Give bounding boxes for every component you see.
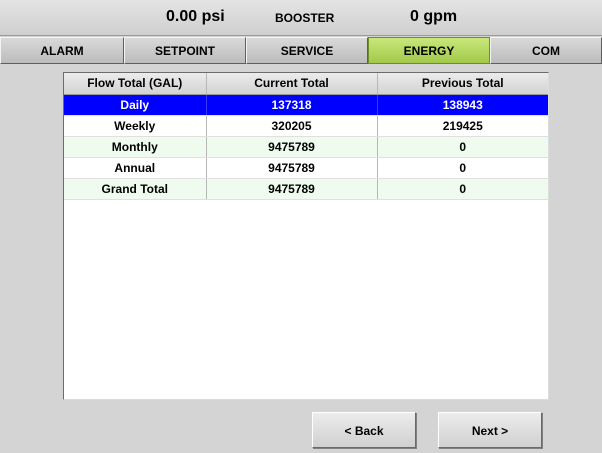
flow-readout: 0 gpm (410, 8, 458, 25)
row-label: Weekly (64, 115, 207, 137)
table-row-daily[interactable]: Daily 137318 138943 (64, 94, 548, 116)
row-label: Grand Total (64, 178, 207, 200)
table-header-row: Flow Total (GAL) Current Total Previous … (64, 73, 548, 95)
current-total-value: 9475789 (206, 157, 378, 179)
previous-total-value: 0 (377, 178, 548, 200)
status-header: 0.00 psi BOOSTER 0 gpm (0, 0, 602, 36)
current-total-value: 320205 (206, 115, 378, 137)
table-row-grand-total[interactable]: Grand Total 9475789 0 (64, 178, 548, 200)
next-button[interactable]: Next > (438, 412, 542, 448)
tab-setpoint[interactable]: SETPOINT (124, 37, 246, 64)
previous-total-value: 138943 (377, 94, 548, 116)
row-label: Annual (64, 157, 207, 179)
tab-service[interactable]: SERVICE (246, 37, 368, 64)
table-row-weekly[interactable]: Weekly 320205 219425 (64, 115, 548, 137)
tab-bar: ALARM SETPOINT SERVICE ENERGY COM (0, 37, 602, 64)
previous-total-value: 219425 (377, 115, 548, 137)
mode-label: BOOSTER (275, 11, 335, 25)
column-header-flow-total: Flow Total (GAL) (64, 73, 207, 95)
previous-total-value: 0 (377, 157, 548, 179)
row-label: Monthly (64, 136, 207, 158)
column-header-previous-total: Previous Total (377, 73, 548, 95)
column-header-current-total: Current Total (206, 73, 378, 95)
flow-total-table-panel: Flow Total (GAL) Current Total Previous … (63, 72, 549, 400)
current-total-value: 9475789 (206, 136, 378, 158)
table-row-monthly[interactable]: Monthly 9475789 0 (64, 136, 548, 158)
table-row-annual[interactable]: Annual 9475789 0 (64, 157, 548, 179)
row-label: Daily (64, 94, 207, 116)
tab-energy[interactable]: ENERGY (368, 37, 490, 64)
pressure-readout: 0.00 psi (166, 8, 225, 25)
back-button[interactable]: < Back (312, 412, 416, 448)
current-total-value: 137318 (206, 94, 378, 116)
tab-com[interactable]: COM (490, 37, 602, 64)
current-total-value: 9475789 (206, 178, 378, 200)
previous-total-value: 0 (377, 136, 548, 158)
tab-alarm[interactable]: ALARM (0, 37, 124, 64)
flow-total-table: Flow Total (GAL) Current Total Previous … (64, 73, 548, 200)
